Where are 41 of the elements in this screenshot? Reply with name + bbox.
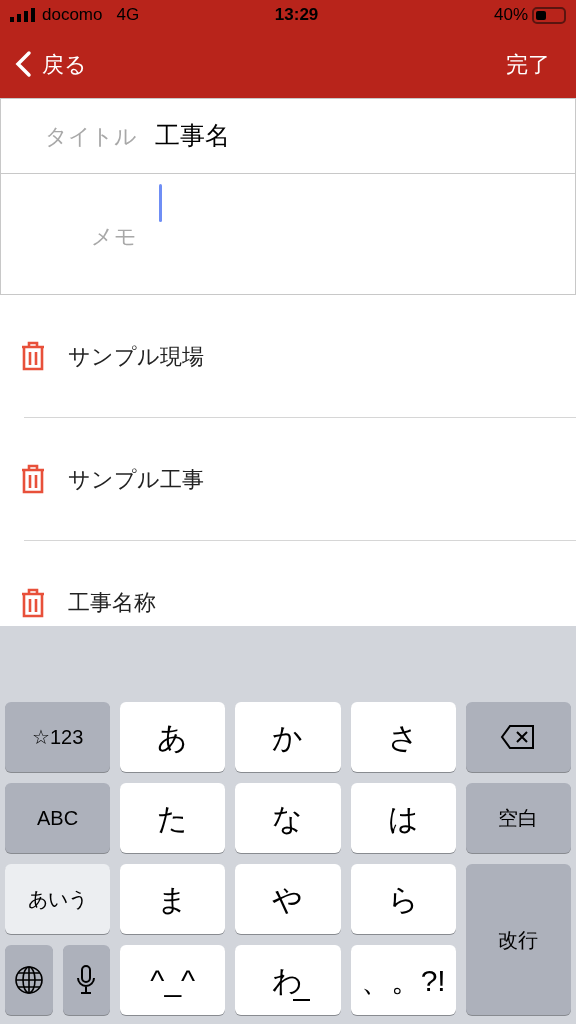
keyboard-key[interactable]: ま	[120, 864, 226, 934]
carrier-name: docomo	[42, 4, 103, 27]
keyboard-key[interactable]: な	[235, 783, 341, 853]
return-key[interactable]: 改行	[465, 864, 571, 1015]
globe-icon	[13, 965, 44, 995]
field-label: メモ	[90, 223, 137, 251]
keyboard-key[interactable]: は	[350, 783, 456, 853]
keyboard-key[interactable]: か	[235, 702, 341, 772]
globe-key[interactable]	[5, 945, 53, 1015]
list-item-text[interactable]: サンプル工事	[68, 462, 204, 496]
keyboard-key[interactable]: 空白	[465, 783, 571, 853]
signal-icon	[10, 8, 36, 22]
delete-icon	[500, 724, 537, 750]
field-label: タイトル	[44, 122, 137, 151]
done-button[interactable]: 完了	[506, 47, 550, 81]
trash-icon[interactable]	[20, 463, 46, 495]
keyboard-key[interactable]: ら	[350, 864, 456, 934]
keyboard-key[interactable]: 、。?!	[350, 945, 456, 1015]
microphone-icon	[76, 964, 97, 996]
keyboard-key[interactable]: や	[235, 864, 341, 934]
network-type: 4G	[116, 4, 140, 27]
back-button[interactable]: 戻る	[14, 47, 87, 81]
keyboard-key[interactable]: さ	[350, 702, 456, 772]
keyboard-key[interactable]: あ	[120, 702, 226, 772]
trash-icon[interactable]	[20, 340, 46, 372]
clock: 13:29	[274, 4, 320, 27]
battery-percent: 40%	[493, 4, 528, 27]
microphone-key[interactable]	[62, 945, 111, 1015]
keyboard-key[interactable]: あいう	[5, 864, 111, 934]
battery-icon	[532, 6, 566, 24]
keyboard-key[interactable]: た	[120, 783, 226, 853]
keyboard-key[interactable]: わ	[235, 945, 341, 1015]
list-item-text[interactable]: サンプル現場	[68, 339, 204, 373]
keyboard-key[interactable]: ☆123	[5, 702, 111, 772]
chevron-left-icon	[14, 50, 32, 78]
keyboard-key[interactable]: ABC	[5, 783, 111, 853]
list-item-text[interactable]: 工事名称	[68, 586, 156, 619]
keyboard-key[interactable]: ^_^	[120, 945, 226, 1015]
trash-icon[interactable]	[20, 586, 46, 619]
delete-key[interactable]	[465, 702, 571, 772]
title-field[interactable]: 工事名	[155, 117, 575, 155]
